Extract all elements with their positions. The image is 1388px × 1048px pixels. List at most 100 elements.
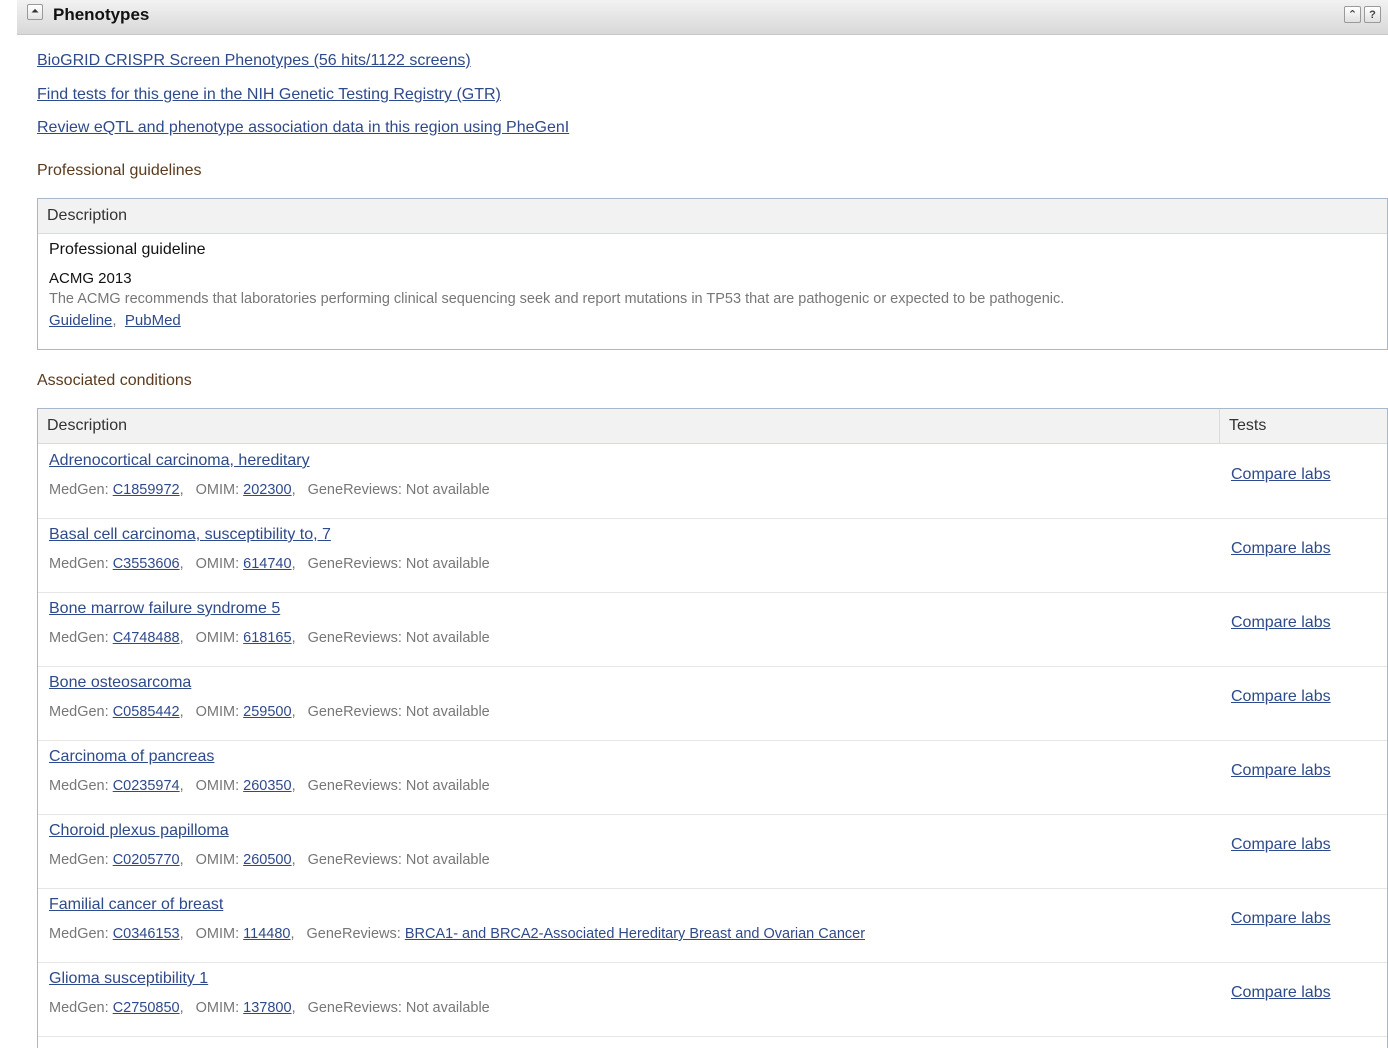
compare-labs-link[interactable]: Compare labs [1231,466,1331,484]
medgen-link[interactable]: C4748488 [113,630,180,646]
medgen-label: MedGen: [49,704,109,720]
omim-link[interactable]: 137800 [243,1000,291,1016]
guidelines-heading: Professional guidelines [37,162,202,179]
collapse-toggle-icon[interactable]: ⏶ [27,4,43,20]
compare-labs-link[interactable]: Compare labs [1231,984,1331,1002]
conditions-table-header: Description Tests [38,409,1387,444]
table-row: Adrenocortical carcinoma, hereditary MedG… [38,444,1387,519]
genereviews-value: Not available [405,1000,490,1016]
table-row: Carcinoma of pancreas MedGen: C0235974, OM… [38,740,1387,815]
genereviews-value: Not available [405,630,490,646]
genereviews-label: GeneReviews: [307,1000,402,1016]
omim-link[interactable]: 114480 [243,926,290,942]
genereviews-value: Not available [405,704,490,720]
medgen-label: MedGen: [49,1000,109,1016]
omim-link[interactable]: 614740 [243,556,291,572]
phegeni-link[interactable]: Review eQTL and phenotype association da… [37,119,569,137]
genereviews-value: Not available [405,852,490,868]
condition-meta: MedGen: C0205770, OMIM: 260500, GeneReview… [49,852,490,868]
genereviews-value: Not available [405,556,490,572]
medgen-label: MedGen: [49,926,109,942]
omim-label: OMIM: [195,704,240,720]
omim-label: OMIM: [195,926,240,942]
compare-labs-link[interactable]: Compare labs [1231,836,1331,854]
medgen-link[interactable]: C3553606 [113,556,180,572]
condition-link[interactable]: Familial cancer of breast [49,896,223,914]
description-column-header: Description [47,207,128,224]
guideline-name: ACMG 2013 [49,270,132,287]
table-row: Bone osteosarcoma MedGen: C0585442, OMIM: … [38,666,1387,741]
medgen-label: MedGen: [49,630,109,646]
omim-label: OMIM: [195,556,240,572]
medgen-label: MedGen: [49,482,109,498]
omim-link[interactable]: 618165 [243,630,291,646]
genereviews-value: Not available [405,482,490,498]
condition-meta: MedGen: C4748488, OMIM: 618165, GeneReview… [49,630,490,646]
link-separator: , [112,312,125,329]
conditions-table: Description Tests Adrenocortical carcino… [37,408,1388,1048]
table-row: Glioma susceptibility 1 MedGen: C2750850,… [38,962,1387,1037]
genereviews-label: GeneReviews: [307,630,402,646]
back-to-top-icon[interactable]: ⌃ [1344,6,1361,23]
condition-link[interactable]: Bone marrow failure syndrome 5 [49,600,280,618]
compare-labs-link[interactable]: Compare labs [1231,688,1331,706]
medgen-link[interactable]: C0235974 [113,778,180,794]
table-row: Basal cell carcinoma, susceptibility to,… [38,518,1387,593]
genereviews-label: GeneReviews: [306,926,401,942]
section-title: Phenotypes [53,5,150,24]
guideline-link[interactable]: Guideline [49,312,112,329]
medgen-link[interactable]: C2750850 [113,1000,180,1016]
guidelines-table-header: Description [38,199,1387,234]
tests-column-header: Tests [1229,417,1267,434]
omim-label: OMIM: [195,778,240,794]
omim-link[interactable]: 259500 [243,704,291,720]
condition-link[interactable]: Glioma susceptibility 1 [49,970,208,988]
medgen-link[interactable]: C0585442 [113,704,180,720]
condition-link[interactable]: Choroid plexus papilloma [49,822,229,840]
column-divider [1219,409,1220,443]
condition-meta: MedGen: C3553606, OMIM: 614740, GeneReview… [49,556,490,572]
compare-labs-link[interactable]: Compare labs [1231,540,1331,558]
compare-labs-link[interactable]: Compare labs [1231,762,1331,780]
omim-link[interactable]: 260500 [243,852,291,868]
condition-link[interactable]: Carcinoma of pancreas [49,748,214,766]
medgen-link[interactable]: C0205770 [113,852,180,868]
condition-link[interactable]: Bone osteosarcoma [49,674,191,692]
table-row: Choroid plexus papilloma MedGen: C0205770… [38,814,1387,889]
guideline-links: Guideline, PubMed [49,312,181,329]
omim-label: OMIM: [195,482,240,498]
help-icon[interactable]: ? [1364,6,1381,23]
guideline-title: Professional guideline [49,241,206,258]
description-column-header: Description [47,417,128,434]
medgen-label: MedGen: [49,778,109,794]
omim-link[interactable]: 260350 [243,778,291,794]
omim-label: OMIM: [195,1000,240,1016]
associated-conditions-heading: Associated conditions [37,372,192,389]
gtr-tests-link[interactable]: Find tests for this gene in the NIH Gene… [37,86,501,104]
medgen-label: MedGen: [49,852,109,868]
condition-meta: MedGen: C1859972, OMIM: 202300, GeneReview… [49,482,490,498]
medgen-link[interactable]: C0346153 [113,926,180,942]
compare-labs-link[interactable]: Compare labs [1231,910,1331,928]
table-row: Bone marrow failure syndrome 5 MedGen: C4… [38,592,1387,667]
genereviews-label: GeneReviews: [307,778,402,794]
condition-link[interactable]: Basal cell carcinoma, susceptibility to,… [49,526,331,544]
genereviews-link[interactable]: BRCA1- and BRCA2-Associated Hereditary B… [405,926,865,942]
condition-meta: MedGen: C0585442, OMIM: 259500, GeneReview… [49,704,490,720]
genereviews-label: GeneReviews: [307,556,402,572]
genereviews-value: Not available [405,778,490,794]
medgen-link[interactable]: C1859972 [113,482,180,498]
condition-meta: MedGen: C0346153, OMIM: 114480, GeneReview… [49,926,866,942]
genereviews-label: GeneReviews: [307,852,402,868]
biogrid-crispr-link[interactable]: BioGRID CRISPR Screen Phenotypes (56 hit… [37,52,471,70]
guideline-text: The ACMG recommends that laboratories pe… [49,291,1065,307]
omim-link[interactable]: 202300 [243,482,291,498]
condition-meta: MedGen: C2750850, OMIM: 137800, GeneReview… [49,1000,490,1016]
genereviews-label: GeneReviews: [307,704,402,720]
pubmed-link[interactable]: PubMed [125,312,181,329]
condition-link[interactable]: Adrenocortical carcinoma, hereditary [49,452,310,470]
condition-meta: MedGen: C0235974, OMIM: 260350, GeneReview… [49,778,490,794]
compare-labs-link[interactable]: Compare labs [1231,614,1331,632]
table-row: Familial cancer of breast MedGen: C034615… [38,888,1387,963]
genereviews-label: GeneReviews: [307,482,402,498]
